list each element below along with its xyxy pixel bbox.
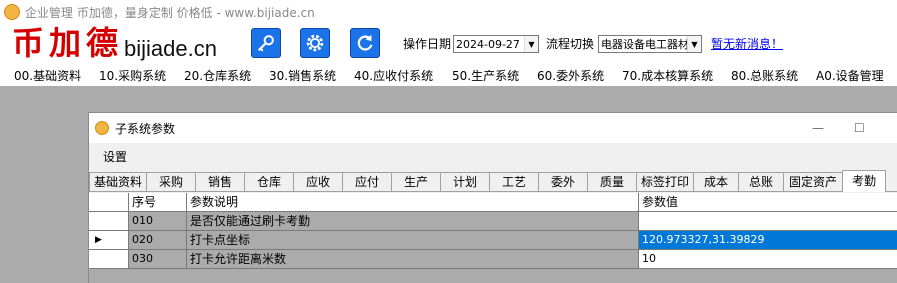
date-value: 2024-09-27 [456,37,520,51]
settings-menu[interactable]: 设置 [103,149,127,165]
row-no: 020 [129,231,187,250]
app-logo-icon [95,121,109,135]
tab-warehouse[interactable]: 仓库 [244,172,294,191]
refresh-button[interactable] [350,28,380,58]
params-grid: 序号 参数说明 参数值 010 是否仅能通过刷卡考勤 ▶ 020 打卡点坐标 1… [89,193,897,283]
tab-attendance[interactable]: 考勤 [842,170,886,192]
app-logo-icon [4,4,20,20]
row-no: 030 [129,250,187,269]
tab-fixed-assets[interactable]: 固定资产 [783,172,843,191]
menu-item-outsourcing[interactable]: 60.委外系统 [537,66,604,86]
minimize-button[interactable]: — [812,121,824,135]
tab-quality[interactable]: 质量 [587,172,637,191]
title-bar: 企业管理 币加德，量身定制 价格低 - www.bijiade.cn [0,0,897,24]
tab-receivable[interactable]: 应收 [293,172,343,191]
table-row[interactable]: 030 打卡允许距离米数 10 [89,250,897,269]
column-header-no[interactable]: 序号 [129,193,187,212]
row-indicator[interactable] [89,212,129,231]
row-desc: 打卡允许距离米数 [187,250,639,269]
menu-item-receivable-payable[interactable]: 40.应收付系统 [354,66,433,86]
menu-item-general-ledger[interactable]: 80.总账系统 [731,66,798,86]
maximize-button[interactable]: ☐ [854,121,865,135]
param-tabs: 基础资料 采购 销售 仓库 应收 应付 生产 计划 工艺 委外 质量 标签打印 … [89,170,897,192]
row-desc: 是否仅能通过刷卡考勤 [187,212,639,231]
tab-planning[interactable]: 计划 [440,172,490,191]
row-value-cell[interactable]: 120.973327,31.39829 [639,231,897,250]
row-indicator-header [89,193,129,212]
menu-item-equipment[interactable]: A0.设备管理 [816,66,884,86]
chevron-down-icon[interactable]: ▼ [687,36,701,52]
row-value-cell[interactable]: 10 [639,250,897,269]
tab-outsourcing[interactable]: 委外 [538,172,588,191]
window-title: 企业管理 币加德，量身定制 价格低 - www.bijiade.cn [25,5,315,20]
menu-item-cost-accounting[interactable]: 70.成本核算系统 [622,66,713,86]
menu-item-purchasing[interactable]: 10.采购系统 [99,66,166,86]
tab-general-ledger[interactable]: 总账 [738,172,784,191]
column-header-desc[interactable]: 参数说明 [187,193,639,212]
subsystem-params-window: 子系统参数 — ☐ 设置 基础资料 采购 销售 仓库 应收 应付 生产 计划 工… [88,112,897,283]
menu-item-basic-data[interactable]: 00.基础资料 [14,66,81,86]
tab-sales[interactable]: 销售 [195,172,245,191]
flow-select[interactable]: 电器设备电工器材 ▼ [598,35,702,53]
subwindow-title-bar[interactable]: 子系统参数 — ☐ [89,113,897,143]
message-link[interactable]: 暂无新消息！ [711,36,783,52]
key-icon [257,35,274,52]
chevron-down-icon[interactable]: ▼ [524,36,538,52]
settings-button[interactable] [300,28,330,58]
flow-label: 流程切换 [546,37,595,51]
refresh-icon [357,34,373,51]
tab-purchasing[interactable]: 采购 [146,172,196,191]
tab-label-print[interactable]: 标签打印 [636,172,694,191]
date-label: 操作日期 [403,37,452,51]
row-indicator[interactable]: ▶ [89,231,129,250]
subwindow-title: 子系统参数 [115,121,176,136]
menu-item-production[interactable]: 50.生产系统 [452,66,519,86]
brand-domain: bijiade.cn [124,36,217,61]
row-indicator[interactable] [89,250,129,269]
menu-item-warehouse[interactable]: 20.仓库系统 [184,66,251,86]
menu-item-sales[interactable]: 30.销售系统 [269,66,336,86]
grid-header-row: 序号 参数说明 参数值 [89,193,897,212]
key-button[interactable] [251,28,281,58]
row-desc: 打卡点坐标 [187,231,639,250]
tab-production[interactable]: 生产 [391,172,441,191]
gear-icon [306,34,324,52]
flow-value: 电器设备电工器材 [601,38,687,51]
module-menu-bar: 00.基础资料 10.采购系统 20.仓库系统 30.销售系统 40.应收付系统… [0,66,897,86]
column-header-value[interactable]: 参数值 [639,193,897,212]
date-picker[interactable]: 2024-09-27 ▼ [453,35,539,53]
table-row[interactable]: ▶ 020 打卡点坐标 120.973327,31.39829 [89,231,897,250]
tab-payable[interactable]: 应付 [342,172,392,191]
row-no: 010 [129,212,187,231]
tab-cost[interactable]: 成本 [693,172,739,191]
tab-basic-data[interactable]: 基础资料 [89,172,147,191]
brand-logo-text: 币加德 [12,24,124,62]
row-value-cell[interactable] [639,212,897,231]
current-row-arrow-icon: ▶ [95,235,102,245]
table-row[interactable]: 010 是否仅能通过刷卡考勤 [89,212,897,231]
tab-process[interactable]: 工艺 [489,172,539,191]
